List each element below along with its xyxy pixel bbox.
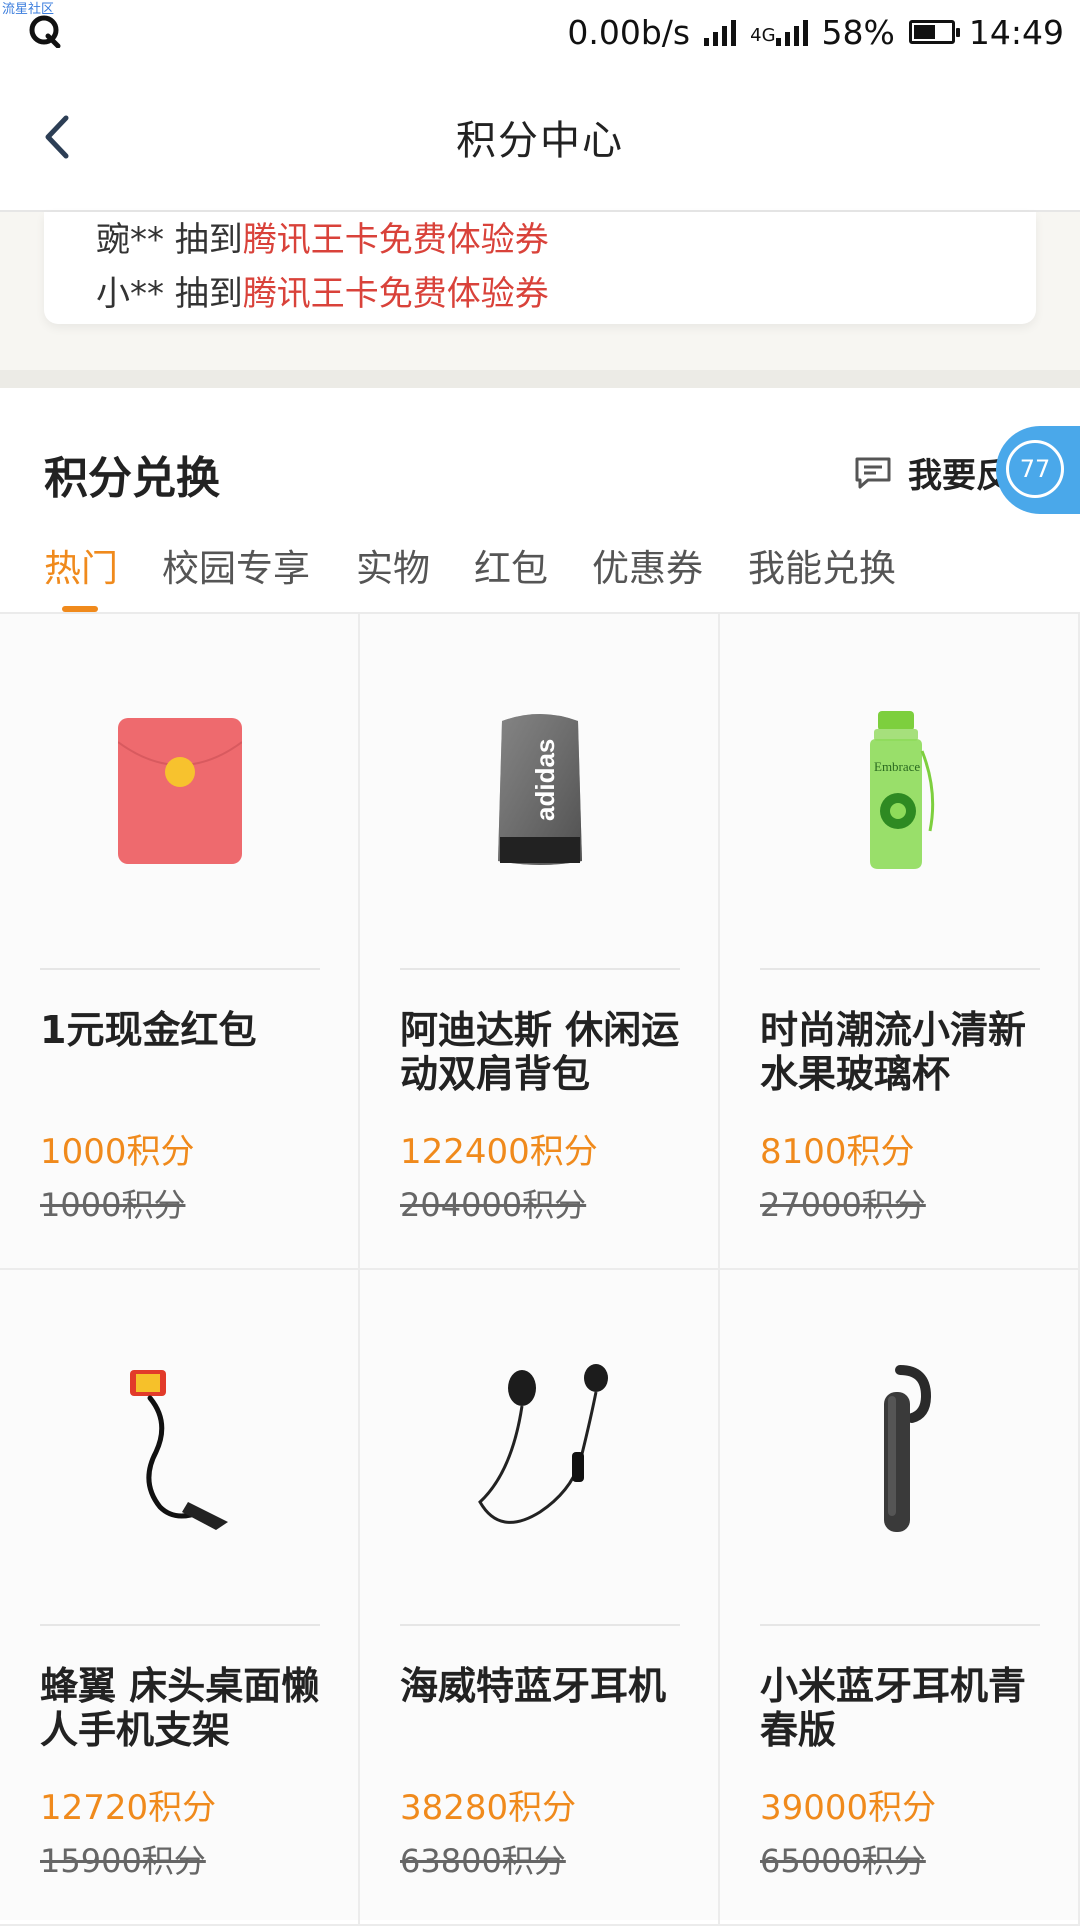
ticker-area: 豌** 抽到腾讯王卡免费体验券 小** 抽到腾讯王卡免费体验券 xyxy=(0,212,1080,372)
signal-4g-icon xyxy=(775,18,808,46)
product-name: 蜂翼 床头桌面懒人手机支架 xyxy=(40,1664,320,1752)
active-tab-indicator xyxy=(62,606,98,612)
product-card[interactable]: 小米蓝牙耳机青春版 39000积分 65000积分 xyxy=(720,1270,1080,1926)
product-name: 1元现金红包 xyxy=(40,1008,257,1052)
product-original-price: 65000积分 xyxy=(760,1842,926,1880)
product-price: 38280积分 xyxy=(400,1788,577,1828)
tab-physical[interactable]: 实物 xyxy=(356,538,430,592)
tab-redeemable[interactable]: 我能兑换 xyxy=(748,538,896,592)
app-header: 积分中心 xyxy=(0,64,1080,212)
tab-hot[interactable]: 热门 xyxy=(44,538,118,592)
tab-red-envelope[interactable]: 红包 xyxy=(474,538,548,592)
product-card[interactable]: Embrace 时尚潮流小清新水果玻璃杯 8100积分 27000积分 xyxy=(720,614,1080,1270)
floating-badge-count: 77 xyxy=(1006,440,1064,498)
product-image xyxy=(40,1270,320,1626)
product-grid: 1元现金红包 1000积分 1000积分 adidas 阿迪达斯 休闲运动双肩背… xyxy=(0,614,1080,1926)
network-type: 4G xyxy=(750,25,776,46)
product-original-price: 1000积分 xyxy=(40,1186,186,1224)
product-image: adidas xyxy=(400,614,680,970)
product-name: 小米蓝牙耳机青春版 xyxy=(760,1664,1027,1752)
section-divider xyxy=(0,370,1080,388)
product-original-price: 63800积分 xyxy=(400,1842,566,1880)
brand-text: adidas xyxy=(530,739,560,821)
product-original-price: 204000积分 xyxy=(400,1186,587,1224)
product-original-price: 27000积分 xyxy=(760,1186,926,1224)
battery-icon xyxy=(908,20,960,44)
product-price: 1000积分 xyxy=(40,1132,195,1172)
bluetooth-headset-icon xyxy=(884,1365,932,1532)
signal-icon xyxy=(704,18,737,46)
water-bottle-icon: Embrace xyxy=(870,711,935,869)
product-name: 时尚潮流小清新水果玻璃杯 xyxy=(760,1008,1027,1096)
section-title: 积分兑换 xyxy=(44,453,220,504)
product-image xyxy=(400,1270,680,1626)
phone-holder-icon xyxy=(130,1370,228,1530)
status-bar: 流星社区 0.00b/s 4G 58% 14:49 xyxy=(0,0,1080,64)
product-card[interactable]: 蜂翼 床头桌面懒人手机支架 12720积分 15900积分 xyxy=(0,1270,360,1926)
ticker-item: 小** 抽到腾讯王卡免费体验券 xyxy=(96,274,549,314)
product-card[interactable]: 1元现金红包 1000积分 1000积分 xyxy=(0,614,360,1270)
product-card[interactable]: 海威特蓝牙耳机 38280积分 63800积分 xyxy=(360,1270,720,1926)
category-tabs: 热门 校园专享 实物 红包 优惠券 我能兑换 xyxy=(0,528,1080,614)
floating-assistant-button[interactable]: 77 xyxy=(996,426,1080,514)
network-speed: 0.00b/s xyxy=(567,12,691,52)
tab-campus[interactable]: 校园专享 xyxy=(162,538,310,592)
red-envelope-icon xyxy=(118,718,242,864)
winner-ticker: 豌** 抽到腾讯王卡免费体验券 小** 抽到腾讯王卡免费体验券 xyxy=(44,212,1036,324)
chat-icon xyxy=(855,457,891,488)
product-price: 8100积分 xyxy=(760,1132,915,1172)
app-q-icon xyxy=(29,15,61,48)
product-name: 海威特蓝牙耳机 xyxy=(400,1664,667,1708)
product-image xyxy=(760,1270,1040,1626)
product-image: Embrace xyxy=(760,614,1040,970)
product-price: 39000积分 xyxy=(760,1788,937,1828)
brand-text: Embrace xyxy=(874,759,920,774)
product-image xyxy=(40,614,320,970)
product-price: 12720积分 xyxy=(40,1788,217,1828)
product-name: 阿迪达斯 休闲运动双肩背包 xyxy=(400,1008,680,1096)
product-price: 122400积分 xyxy=(400,1132,598,1172)
backpack-icon: adidas xyxy=(498,714,582,865)
battery-percent: 58% xyxy=(821,12,895,52)
tab-coupon[interactable]: 优惠券 xyxy=(592,538,703,592)
earphones-icon xyxy=(478,1364,608,1524)
page-title: 积分中心 xyxy=(456,118,624,164)
product-card[interactable]: adidas 阿迪达斯 休闲运动双肩背包 122400积分 204000积分 xyxy=(360,614,720,1270)
product-original-price: 15900积分 xyxy=(40,1842,206,1880)
ticker-item: 豌** 抽到腾讯王卡免费体验券 xyxy=(96,220,549,260)
clock: 14:49 xyxy=(968,12,1064,52)
